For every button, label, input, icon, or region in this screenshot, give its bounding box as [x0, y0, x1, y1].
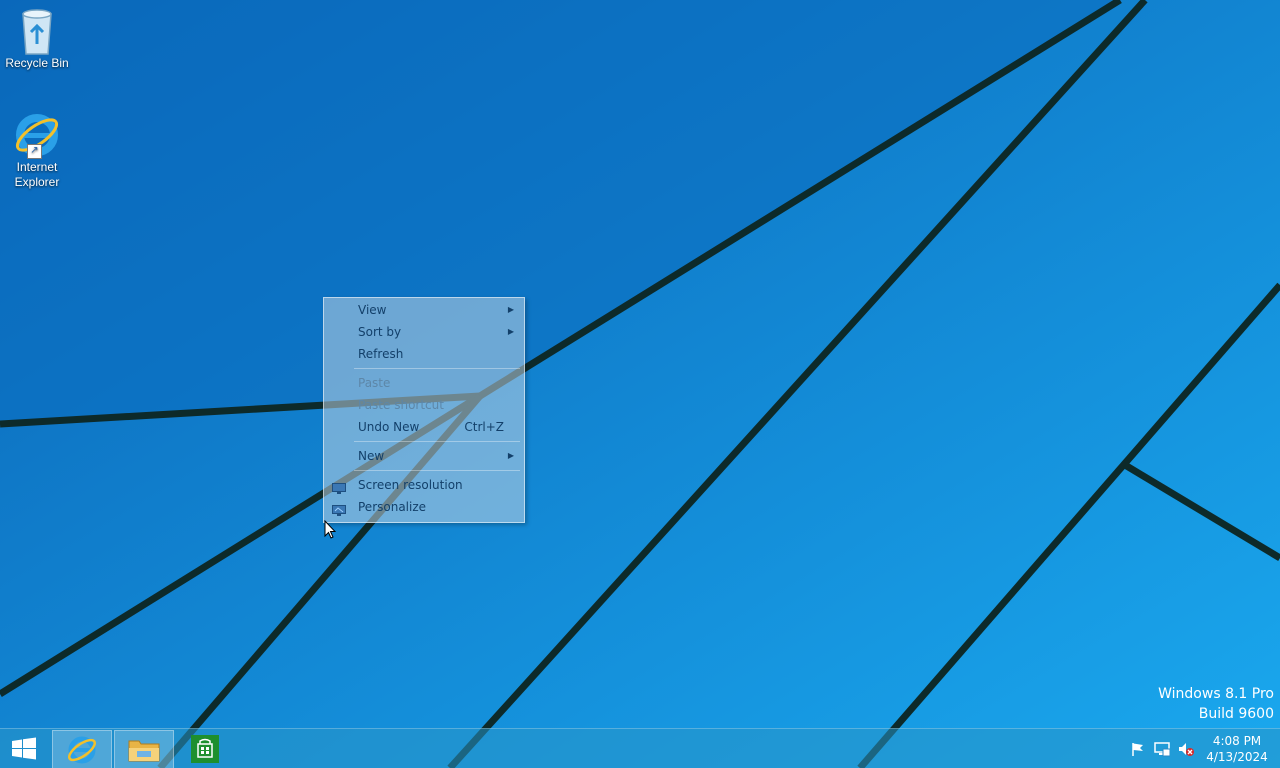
- watermark-build: Build 9600: [1198, 706, 1274, 722]
- windows-version-watermark: Windows 8.1 Pro Build 9600: [1158, 684, 1274, 724]
- taskbar-file-explorer-button[interactable]: [114, 730, 174, 768]
- desktop-context-menu: View ▶ Sort by ▶ Refresh Paste Paste sho…: [323, 297, 525, 523]
- desktop-icon-label: Internet Explorer: [14, 160, 60, 189]
- recycle-bin-icon: [13, 6, 61, 55]
- menu-item-label: View: [358, 303, 387, 317]
- mouse-cursor: [324, 519, 337, 540]
- windows-logo-icon: [12, 737, 36, 760]
- menu-item-label: Sort by: [358, 325, 402, 339]
- taskbar-store-button[interactable]: [176, 730, 234, 768]
- menu-item-label: Refresh: [358, 347, 404, 361]
- menu-item-label: Paste: [358, 376, 391, 390]
- submenu-arrow-icon: ▶: [507, 327, 514, 336]
- desktop-icon-internet-explorer[interactable]: ↗ Internet Explorer: [0, 110, 74, 190]
- taskbar-internet-explorer-button[interactable]: [52, 730, 112, 768]
- store-icon: [191, 735, 219, 763]
- monitor-icon: [332, 479, 346, 494]
- menu-separator: [354, 368, 520, 369]
- desktop-icon-recycle-bin[interactable]: Recycle Bin: [0, 6, 74, 71]
- menu-item-personalize[interactable]: Personalize: [324, 496, 524, 518]
- menu-separator: [354, 470, 520, 471]
- menu-item-paste[interactable]: Paste: [324, 372, 524, 394]
- menu-item-label: Personalize: [358, 500, 427, 514]
- menu-item-label: Undo New: [358, 420, 420, 434]
- volume-muted-icon[interactable]: [1178, 741, 1194, 757]
- internet-explorer-icon: [67, 736, 97, 764]
- taskbar-clock[interactable]: 4:08 PM 4/13/2024: [1202, 733, 1272, 765]
- menu-separator: [354, 441, 520, 442]
- submenu-arrow-icon: ▶: [507, 305, 514, 314]
- desktop[interactable]: Recycle Bin ↗ Internet Explorer Windows …: [0, 0, 1280, 768]
- submenu-arrow-icon: ▶: [507, 451, 514, 460]
- menu-item-undo-new[interactable]: Undo New Ctrl+Z: [324, 416, 524, 438]
- menu-item-label: Paste shortcut: [358, 398, 444, 412]
- menu-item-view[interactable]: View ▶: [324, 299, 524, 321]
- menu-item-new[interactable]: New ▶: [324, 445, 524, 467]
- menu-item-screen-resolution[interactable]: Screen resolution: [324, 474, 524, 496]
- menu-item-sort-by[interactable]: Sort by ▶: [324, 321, 524, 343]
- watermark-edition: Windows 8.1 Pro: [1158, 686, 1274, 702]
- menu-item-accelerator: Ctrl+Z: [464, 420, 504, 434]
- desktop-icon-label: Recycle Bin: [5, 56, 69, 70]
- menu-item-label: New: [358, 449, 385, 463]
- menu-item-label: Screen resolution: [358, 478, 463, 492]
- taskbar: 4:08 PM 4/13/2024: [0, 728, 1280, 768]
- action-center-flag-icon[interactable]: [1130, 741, 1146, 757]
- menu-item-refresh[interactable]: Refresh: [324, 343, 524, 365]
- file-explorer-icon: [128, 740, 160, 762]
- shortcut-arrow-icon: ↗: [27, 144, 42, 159]
- personalize-icon: [332, 501, 346, 516]
- network-icon[interactable]: [1154, 741, 1171, 757]
- wallpaper-lines: [0, 0, 1280, 768]
- start-button[interactable]: [0, 730, 48, 768]
- clock-time: 4:08 PM: [1212, 734, 1262, 748]
- internet-explorer-icon: ↗: [13, 110, 61, 159]
- menu-item-paste-shortcut[interactable]: Paste shortcut: [324, 394, 524, 416]
- clock-date: 4/13/2024: [1206, 750, 1268, 764]
